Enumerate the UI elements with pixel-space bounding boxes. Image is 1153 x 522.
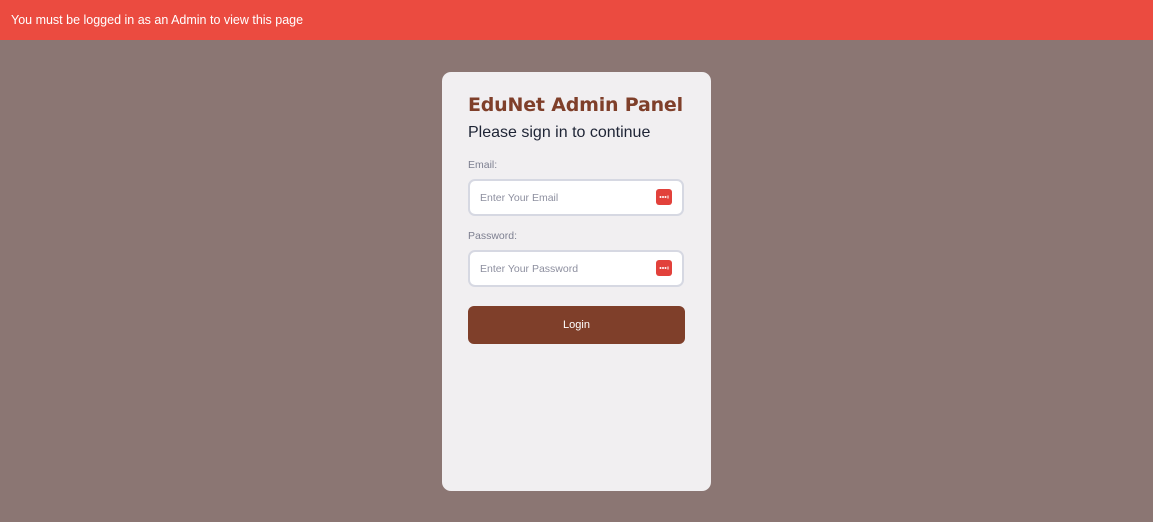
page-subtitle: Please sign in to continue: [468, 124, 651, 141]
email-label: Email:: [468, 159, 498, 171]
password-label: Password:: [468, 230, 518, 242]
email-input[interactable]: [468, 179, 684, 216]
password-manager-icon[interactable]: [656, 260, 672, 276]
email-field-wrapper: [468, 179, 684, 216]
password-manager-icon[interactable]: [656, 189, 672, 205]
error-alert-bar: You must be logged in as an Admin to vie…: [0, 0, 1153, 40]
login-button[interactable]: Login: [468, 306, 685, 344]
alert-message: You must be logged in as an Admin to vie…: [11, 13, 304, 27]
password-input[interactable]: [468, 250, 684, 287]
password-field-wrapper: [468, 250, 684, 287]
login-card: EduNet Admin Panel Please sign in to con…: [442, 72, 711, 491]
login-form: Email: Password:: [468, 158, 685, 344]
page-title: EduNet Admin Panel: [468, 94, 683, 116]
